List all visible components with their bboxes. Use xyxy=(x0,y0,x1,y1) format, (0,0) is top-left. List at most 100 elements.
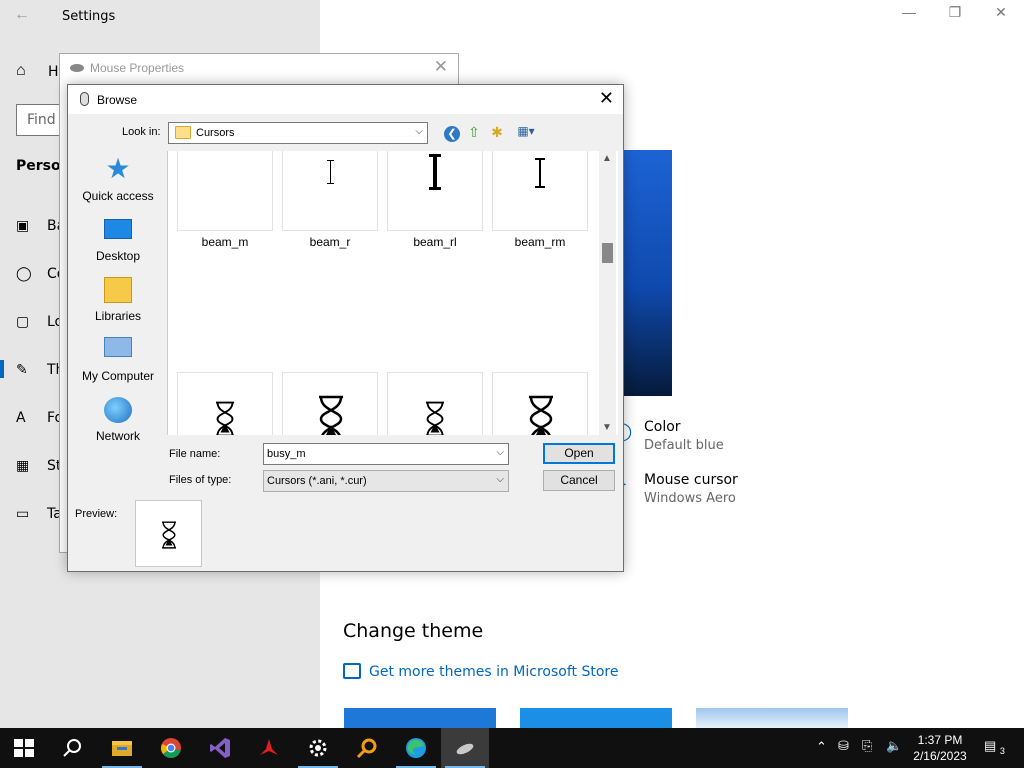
file-name-input[interactable]: busy_m ⌵ xyxy=(263,443,509,465)
files-of-type-value: Cursors (*.ani, *.cur) xyxy=(267,475,367,487)
file-thumbnail xyxy=(282,151,378,231)
cancel-button[interactable]: Cancel xyxy=(543,470,615,491)
hourglass-cursor-icon xyxy=(426,401,444,435)
browse-titlebar: Browse ✕ xyxy=(68,85,623,114)
chrome-button[interactable] xyxy=(147,728,195,768)
file-name-label: File name: xyxy=(169,448,221,460)
theme-thumbnail[interactable] xyxy=(344,708,496,728)
edge-button[interactable] xyxy=(392,728,440,768)
scroll-down-icon[interactable]: ▼ xyxy=(602,422,612,433)
look-in-label: Look in: xyxy=(122,126,161,138)
place-label: My Computer xyxy=(81,369,155,383)
taskbar-icon: ▭ xyxy=(16,506,30,522)
back-button[interactable]: ❮ xyxy=(442,124,462,144)
file-item[interactable]: beam_rl xyxy=(387,151,483,249)
place-desktop[interactable]: Desktop xyxy=(73,211,163,267)
nav-active-indicator xyxy=(0,360,4,378)
volume-icon[interactable]: 🔈 xyxy=(886,738,902,768)
hourglass-cursor-icon xyxy=(216,401,234,435)
file-thumbnail xyxy=(177,151,273,231)
close-icon[interactable]: ✕ xyxy=(599,88,614,109)
edge-icon xyxy=(406,738,426,758)
mouse-cursor-setting-title: Mouse cursor xyxy=(644,472,738,488)
back-arrow-icon: ❮ xyxy=(444,126,460,142)
files-of-type-label: Files of type: xyxy=(169,474,232,486)
color-setting-title: Color xyxy=(644,419,681,435)
chrome-icon xyxy=(161,738,181,758)
close-icon[interactable]: ✕ xyxy=(978,4,1024,28)
file-thumbnail xyxy=(387,372,483,435)
file-thumbnail xyxy=(177,372,273,435)
scrollbar-thumb[interactable] xyxy=(602,243,613,263)
file-item[interactable]: beam_rm xyxy=(492,151,588,249)
place-network[interactable]: Network xyxy=(73,391,163,447)
place-label: Network xyxy=(95,429,140,443)
chevron-down-icon: ⌵ xyxy=(415,126,423,137)
hourglass-cursor-icon xyxy=(319,395,343,435)
close-icon[interactable]: ✕ xyxy=(434,57,448,77)
file-item[interactable]: beam_m xyxy=(177,151,273,249)
visual-studio-button[interactable] xyxy=(196,728,244,768)
files-of-type-dropdown[interactable]: Cursors (*.ani, *.cur) ⌵ xyxy=(263,470,509,492)
palette-icon: ◯ xyxy=(16,266,32,282)
network-tray-icon[interactable]: ⎘ xyxy=(862,738,872,768)
file-item[interactable]: busy_im xyxy=(387,372,483,435)
magnifier-app-button[interactable] xyxy=(343,728,391,768)
lock-screen-icon: ▢ xyxy=(16,314,30,330)
file-item[interactable]: busy_il xyxy=(282,372,378,435)
view-menu-icon: ▦▾ xyxy=(517,124,535,138)
new-folder-button[interactable]: ✱ xyxy=(487,124,507,144)
security-icon[interactable]: ⛁ xyxy=(838,738,849,768)
star-icon: ★ xyxy=(105,153,131,184)
back-arrow-icon[interactable]: ← xyxy=(14,6,30,24)
settings-app-button[interactable] xyxy=(294,728,342,768)
nav-home[interactable]: ⌂ Ho xyxy=(16,62,67,80)
file-explorer-button[interactable] xyxy=(98,728,146,768)
file-thumbnail xyxy=(282,372,378,435)
start-icon: ▦ xyxy=(16,458,30,474)
text-beam-cursor-icon xyxy=(535,158,545,188)
notification-center[interactable]: ▤ 3 xyxy=(984,738,1005,768)
scroll-up-icon[interactable]: ▲ xyxy=(602,153,612,164)
mouse-app-button[interactable] xyxy=(441,728,489,768)
file-list-scrollbar[interactable]: ▲ ▼ xyxy=(599,151,616,435)
file-item[interactable]: busy_l xyxy=(492,372,588,435)
chevron-down-icon[interactable]: ⌵ xyxy=(496,447,504,458)
up-folder-icon: ⇧ xyxy=(468,124,480,140)
clock[interactable]: 1:37 PM 2/16/2023 xyxy=(910,732,970,764)
view-menu-button[interactable]: ▦▾ xyxy=(512,124,540,144)
mouse-properties-title: Mouse Properties xyxy=(90,61,185,75)
maximize-icon[interactable]: ❐ xyxy=(932,4,978,28)
chevron-down-icon: ⌵ xyxy=(496,474,504,485)
file-item[interactable]: busy_i xyxy=(177,372,273,435)
place-my-computer[interactable]: My Computer xyxy=(73,331,163,387)
clock-time: 1:37 PM xyxy=(917,733,963,747)
magnifier-app-icon xyxy=(356,738,377,759)
start-button[interactable] xyxy=(0,728,48,768)
up-folder-button[interactable]: ⇧ xyxy=(464,124,484,144)
cursor-preview xyxy=(135,500,202,567)
new-folder-icon: ✱ xyxy=(491,124,503,140)
file-item[interactable]: beam_r xyxy=(282,151,378,249)
theme-thumbnail[interactable] xyxy=(696,708,848,728)
look-in-value: Cursors xyxy=(196,127,235,139)
place-label: Libraries xyxy=(94,309,142,323)
preview-label: Preview: xyxy=(75,508,118,520)
look-in-dropdown[interactable]: Cursors ⌵ xyxy=(168,122,428,144)
open-button[interactable]: Open xyxy=(543,443,615,464)
settings-gear-icon xyxy=(309,739,327,757)
place-quick-access[interactable]: ★ Quick access xyxy=(73,151,163,207)
file-thumbnail xyxy=(387,151,483,231)
place-libraries[interactable]: Libraries xyxy=(73,271,163,327)
theme-thumbnail[interactable] xyxy=(520,708,672,728)
show-hidden-icons-icon[interactable]: ⌃ xyxy=(816,739,827,768)
file-explorer-icon xyxy=(112,741,132,756)
acrobat-button[interactable] xyxy=(245,728,293,768)
store-link-label: Get more themes in Microsoft Store xyxy=(369,664,619,680)
store-link[interactable]: Get more themes in Microsoft Store xyxy=(343,663,618,680)
minimize-icon[interactable]: — xyxy=(886,4,932,28)
theme-preview-image xyxy=(622,150,672,396)
search-button[interactable] xyxy=(48,728,96,768)
mouse-app-icon xyxy=(456,743,474,755)
brush-icon: ✎ xyxy=(16,362,28,378)
